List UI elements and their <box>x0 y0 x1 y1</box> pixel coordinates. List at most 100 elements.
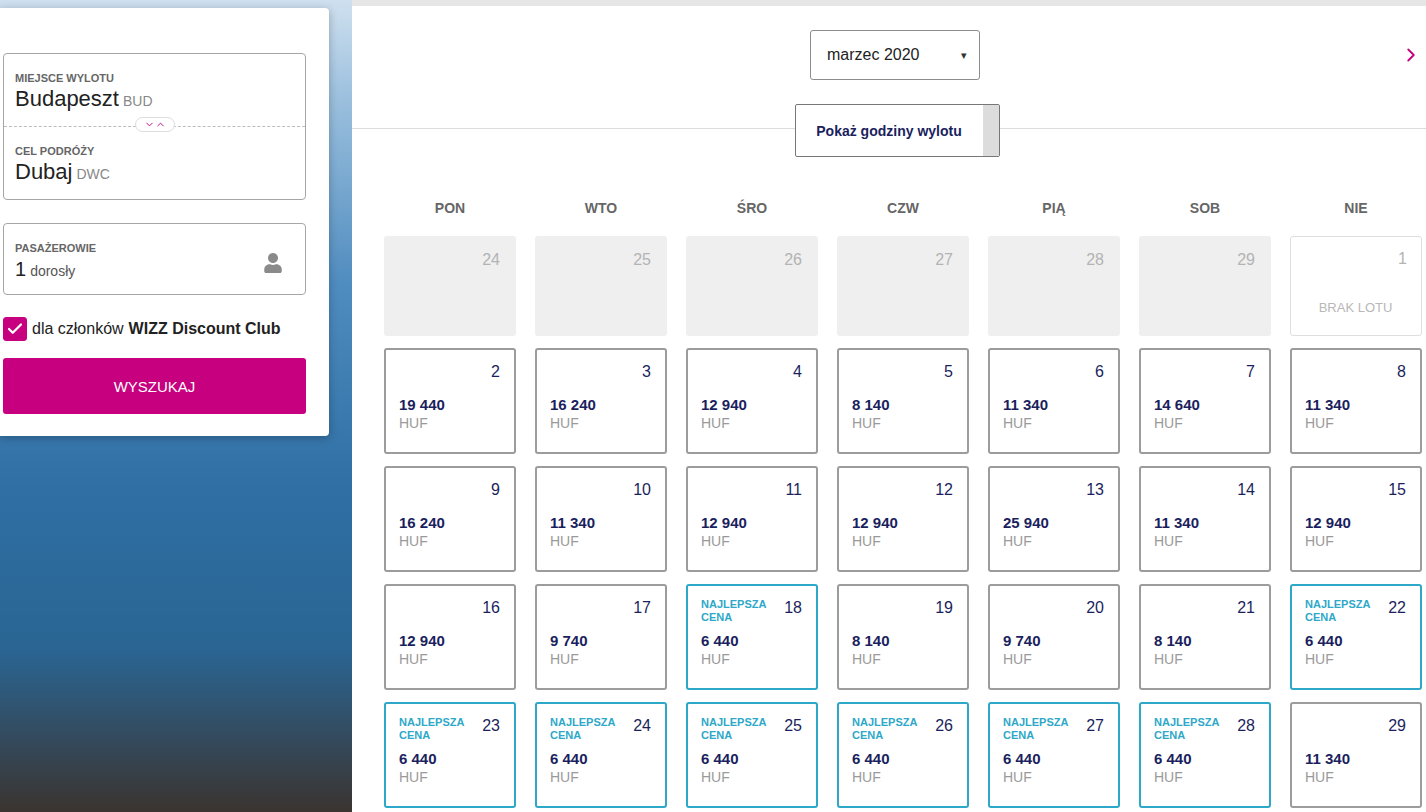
day-number: 20 <box>1086 598 1104 618</box>
price-currency: HUF <box>550 650 651 668</box>
price-amount: 12 940 <box>399 632 500 650</box>
day-number: 29 <box>1388 716 1406 736</box>
price-amount: 11 340 <box>1305 396 1406 414</box>
day-price: 19 440HUF <box>399 396 500 432</box>
price-currency: HUF <box>1003 414 1104 432</box>
calendar-day[interactable]: 6 11 340HUF <box>988 348 1120 454</box>
price-amount: 12 940 <box>1305 514 1406 532</box>
calendar-day[interactable]: NAJLEPSZA CENA286 440HUF <box>1139 702 1271 808</box>
price-amount: 6 440 <box>399 750 500 768</box>
best-price-badge: NAJLEPSZA CENA <box>1003 716 1075 742</box>
calendar-day: 1BRAK LOTU <box>1290 236 1422 336</box>
calendar-day[interactable]: 1411 340HUF <box>1139 466 1271 572</box>
day-header: 6 <box>1003 362 1104 382</box>
checkbox-label: dla członkówWIZZ Discount Club <box>32 320 281 338</box>
calendar-day[interactable]: 1512 940HUF <box>1290 466 1422 572</box>
day-number: 24 <box>482 250 500 270</box>
day-price: 11 340HUF <box>1305 396 1406 432</box>
discount-club-checkbox[interactable]: dla członkówWIZZ Discount Club <box>3 317 306 341</box>
calendar-day[interactable]: NAJLEPSZA CENA266 440HUF <box>837 702 969 808</box>
day-number: 28 <box>1237 716 1255 736</box>
day-header: 29 <box>1154 250 1255 270</box>
calendar-day[interactable]: 1325 940HUF <box>988 466 1120 572</box>
day-header: 7 <box>1154 362 1255 382</box>
day-price: 6 440HUF <box>1003 750 1104 786</box>
day-header: 25 <box>550 250 651 270</box>
calendar-day[interactable]: 5 8 140HUF <box>837 348 969 454</box>
calendar-day[interactable]: 1212 940HUF <box>837 466 969 572</box>
day-number: 21 <box>1237 598 1255 618</box>
price-amount: 8 140 <box>852 396 953 414</box>
best-price-badge: NAJLEPSZA CENA <box>550 716 622 742</box>
chevron-up-icon <box>155 119 166 130</box>
day-header: NAJLEPSZA CENA26 <box>852 716 953 742</box>
day-number: 23 <box>482 716 500 736</box>
price-currency: HUF <box>550 414 651 432</box>
price-currency: HUF <box>1305 532 1406 550</box>
field-label: MIEJSCE WYLOTU <box>15 71 294 85</box>
calendar-day[interactable]: 29 11 340HUF <box>1290 702 1422 808</box>
calendar-day[interactable]: 811 340HUF <box>1290 348 1422 454</box>
price-currency: HUF <box>550 532 651 550</box>
calendar-day[interactable]: 21 8 140HUF <box>1139 584 1271 690</box>
calendar-day[interactable]: 1011 340HUF <box>535 466 667 572</box>
calendar-day[interactable]: NAJLEPSZA CENA246 440HUF <box>535 702 667 808</box>
next-month-button[interactable] <box>1400 44 1422 66</box>
day-number: 29 <box>1237 250 1255 270</box>
price-amount: 16 240 <box>550 396 651 414</box>
day-number: 13 <box>1086 480 1104 500</box>
departure-times-button[interactable]: Pokaż godziny wylotu <box>795 104 1000 157</box>
swap-button[interactable] <box>135 117 175 132</box>
price-currency: HUF <box>701 532 802 550</box>
calendar-day[interactable]: NAJLEPSZA CENA27 6 440HUF <box>988 702 1120 808</box>
page: MIEJSCE WYLOTUBudapesztBUDCEL PODRÓŻYDub… <box>0 0 1426 812</box>
price-currency: HUF <box>399 768 500 786</box>
calendar-day[interactable]: 198 140HUF <box>837 584 969 690</box>
price-currency: HUF <box>1154 650 1255 668</box>
day-price: 8 140HUF <box>852 632 953 668</box>
day-header: NAJLEPSZA CENA18 <box>701 598 802 624</box>
calendar-day[interactable]: NAJLEPSZA CENA226 440HUF <box>1290 584 1422 690</box>
day-price: 6 440HUF <box>701 750 802 786</box>
calendar-day[interactable]: NAJLEPSZA CENA256 440HUF <box>686 702 818 808</box>
price-amount: 6 440 <box>1154 750 1255 768</box>
day-number: 16 <box>482 598 500 618</box>
price-amount: 11 340 <box>1003 396 1104 414</box>
calendar-day[interactable]: 316 240HUF <box>535 348 667 454</box>
calendar-day[interactable]: NAJLEPSZA CENA236 440HUF <box>384 702 516 808</box>
background-photo: MIEJSCE WYLOTUBudapesztBUDCEL PODRÓŻYDub… <box>0 0 352 812</box>
checkbox[interactable] <box>3 317 27 341</box>
day-price: 11 340HUF <box>1305 750 1406 786</box>
price-amount: 6 440 <box>1003 750 1104 768</box>
calendar-day: 28 <box>988 236 1120 336</box>
day-header: NAJLEPSZA CENA27 <box>1003 716 1104 742</box>
calendar-day[interactable]: NAJLEPSZA CENA186 440HUF <box>686 584 818 690</box>
calendar-day[interactable]: 714 640HUF <box>1139 348 1271 454</box>
day-header: 24 <box>399 250 500 270</box>
day-header: 1 <box>1304 249 1407 269</box>
chevron-right-icon <box>1400 44 1422 66</box>
dropdown-arrow: ▾ <box>961 49 967 62</box>
best-price-badge: NAJLEPSZA CENA <box>1154 716 1226 742</box>
calendar-day[interactable]: 916 240HUF <box>384 466 516 572</box>
passengers-field[interactable]: PASAŻEROWIE1dorosły <box>3 223 306 295</box>
destination-field[interactable]: CEL PODRÓŻYDubajDWC <box>4 126 305 199</box>
weekday: PIĄ <box>988 197 1120 219</box>
day-price: 8 140HUF <box>852 396 953 432</box>
month-select[interactable]: marzec 2020▾ <box>810 30 980 80</box>
search-button[interactable]: WYSZUKAJ <box>3 358 306 414</box>
calendar-day[interactable]: 1112 940HUF <box>686 466 818 572</box>
calendar-day[interactable]: 1612 940HUF <box>384 584 516 690</box>
calendar-day[interactable]: 219 440HUF <box>384 348 516 454</box>
price-amount: 6 440 <box>550 750 651 768</box>
day-number: 5 <box>944 362 953 382</box>
calendar-day[interactable]: 179 740HUF <box>535 584 667 690</box>
price-amount: 11 340 <box>550 514 651 532</box>
day-price: 8 140HUF <box>1154 632 1255 668</box>
day-header: 12 <box>852 480 953 500</box>
day-price: 12 940HUF <box>701 396 802 432</box>
calendar-day[interactable]: 209 740HUF <box>988 584 1120 690</box>
day-header: 26 <box>701 250 802 270</box>
calendar-day[interactable]: 412 940HUF <box>686 348 818 454</box>
origin-field[interactable]: MIEJSCE WYLOTUBudapesztBUD <box>4 54 305 126</box>
